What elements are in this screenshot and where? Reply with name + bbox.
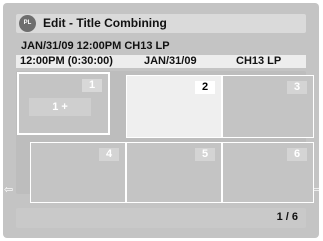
title-number: 5 <box>195 148 215 161</box>
title-thumbnail-4[interactable]: 4 <box>30 142 126 203</box>
page-status-bar: 1 / 6 <box>16 208 306 228</box>
title-number: 3 <box>287 81 307 94</box>
page-title: Edit - Title Combining <box>43 16 167 30</box>
title-thumbnail-6[interactable]: 6 <box>222 142 314 203</box>
title-number: 2 <box>195 81 215 94</box>
title-thumbnail-2[interactable]: 2 <box>126 75 222 138</box>
title-thumbnail-3[interactable]: 3 <box>222 75 314 138</box>
page-right-arrow-icon[interactable]: ⇨ <box>313 183 322 196</box>
title-thumbnail-5[interactable]: 5 <box>126 142 222 203</box>
title-number: 6 <box>287 148 307 161</box>
title-channel-mode: CH13 LP <box>236 55 282 67</box>
selected-title-info: 12:00PM (0:30:00) JAN/31/09 CH13 LP <box>16 55 306 68</box>
title-time: 12:00PM (0:30:00) <box>20 55 113 67</box>
title-thumbnail-1[interactable]: 1 1 + <box>17 72 110 135</box>
title-number: 1 <box>82 79 102 92</box>
page-left-arrow-icon[interactable]: ⇦ <box>4 183 13 196</box>
title-date: JAN/31/09 <box>144 55 197 67</box>
title-info-line: JAN/31/09 12:00PM CH13 LP <box>21 40 170 52</box>
combine-marker: 1 + <box>29 98 91 116</box>
playlist-icon: PL <box>19 15 36 32</box>
title-number: 4 <box>99 148 119 161</box>
title-grid: 1 1 + 2 3 4 5 6 <box>16 71 314 203</box>
page-counter: 1 / 6 <box>276 211 298 223</box>
